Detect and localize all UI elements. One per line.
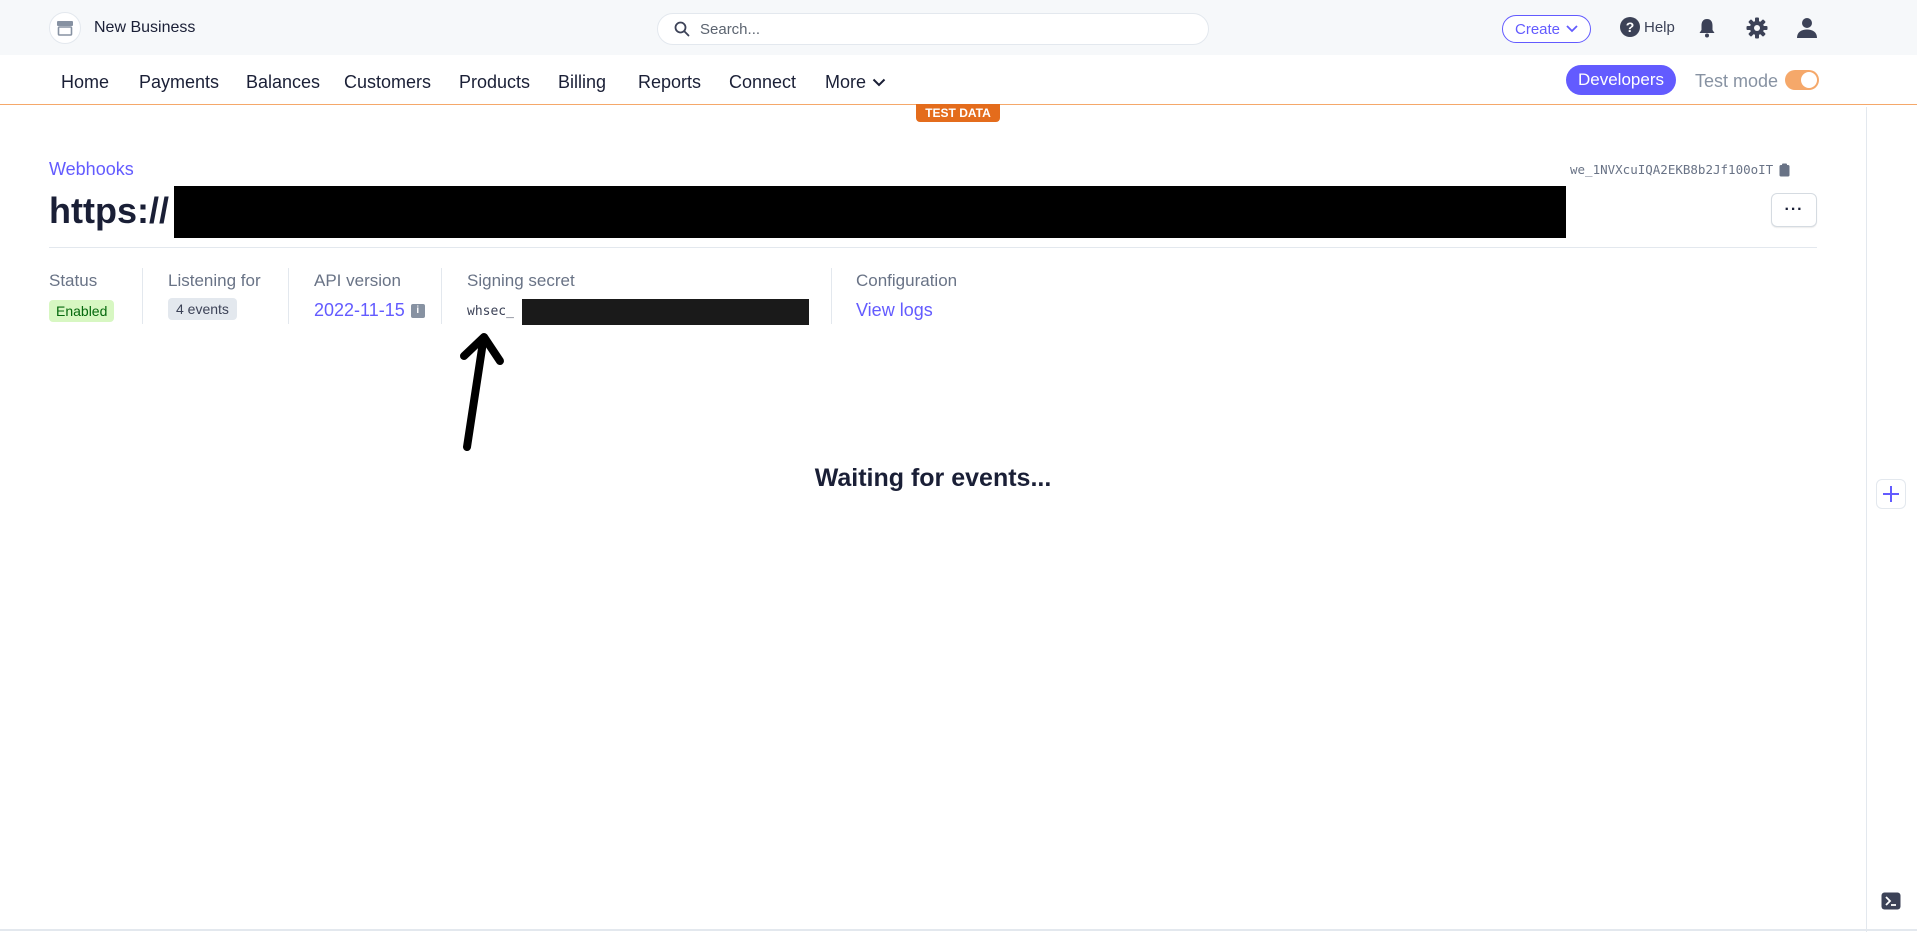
ellipsis-icon: ··· bbox=[1784, 201, 1804, 218]
developers-label: Developers bbox=[1578, 70, 1664, 89]
search-icon bbox=[674, 21, 690, 37]
status-badge: Enabled bbox=[49, 300, 115, 322]
status-label: Status bbox=[49, 271, 98, 290]
nav-billing[interactable]: Billing bbox=[558, 72, 606, 93]
help-icon: ? bbox=[1620, 17, 1640, 37]
redacted-secret bbox=[522, 299, 809, 325]
nav-reports[interactable]: Reports bbox=[638, 72, 701, 93]
add-panel-button[interactable] bbox=[1876, 479, 1906, 509]
empty-state-message: Waiting for events... bbox=[814, 464, 1052, 492]
business-switcher[interactable]: New Business bbox=[49, 12, 195, 44]
help-label: Help bbox=[1644, 18, 1675, 36]
create-button[interactable]: Create bbox=[1502, 15, 1592, 43]
business-name: New Business bbox=[94, 19, 196, 36]
meta-divider bbox=[142, 268, 143, 324]
endpoint-id[interactable]: we_1NVXcuIQA2EKB8b2Jf100oIT bbox=[1570, 162, 1790, 177]
test-data-banner: TEST DATA bbox=[916, 104, 1000, 122]
listening-label: Listening for bbox=[168, 271, 261, 290]
api-version-value: 2022-11-15 bbox=[314, 300, 405, 320]
store-icon bbox=[49, 12, 81, 44]
gear-icon[interactable] bbox=[1745, 16, 1769, 40]
create-label: Create bbox=[1515, 20, 1561, 38]
main-nav: Home Payments Balances Customers Product… bbox=[0, 55, 1917, 105]
meta-divider bbox=[831, 268, 832, 324]
search-bar[interactable] bbox=[657, 13, 1209, 45]
chevron-down-icon bbox=[1566, 25, 1578, 33]
top-bar: New Business Create ? Help bbox=[0, 0, 1917, 55]
signing-secret-label: Signing secret bbox=[467, 271, 575, 290]
breadcrumb-webhooks[interactable]: Webhooks bbox=[49, 159, 134, 180]
search-input[interactable] bbox=[700, 20, 1180, 38]
signing-secret-value[interactable]: whsec_ bbox=[467, 304, 514, 319]
user-icon[interactable] bbox=[1795, 16, 1819, 40]
nav-payments[interactable]: Payments bbox=[139, 72, 219, 93]
nav-more[interactable]: More bbox=[825, 72, 886, 93]
page-title: https:// bbox=[49, 190, 169, 231]
annotation-arrow bbox=[460, 333, 504, 451]
nav-connect[interactable]: Connect bbox=[729, 72, 796, 93]
nav-more-label: More bbox=[825, 72, 867, 92]
test-mode-label: Test mode bbox=[1695, 71, 1779, 91]
more-actions-button[interactable]: ··· bbox=[1771, 193, 1817, 227]
meta-divider bbox=[288, 268, 289, 324]
terminal-button[interactable] bbox=[1876, 887, 1906, 915]
nav-balances[interactable]: Balances bbox=[246, 72, 320, 93]
meta-divider bbox=[441, 268, 442, 324]
header-divider bbox=[49, 247, 1817, 248]
nav-products[interactable]: Products bbox=[459, 72, 530, 93]
terminal-icon bbox=[1881, 892, 1901, 910]
api-version-link[interactable]: 2022-11-15 i bbox=[314, 300, 425, 321]
developers-button[interactable]: Developers bbox=[1566, 65, 1676, 95]
bottom-divider bbox=[0, 929, 1917, 931]
test-mode-toggle[interactable] bbox=[1785, 70, 1819, 90]
info-icon[interactable]: i bbox=[410, 303, 425, 318]
right-rail-divider bbox=[1866, 107, 1867, 932]
bell-icon[interactable] bbox=[1695, 16, 1719, 40]
nav-home[interactable]: Home bbox=[61, 72, 109, 93]
toggle-knob bbox=[1801, 72, 1817, 88]
configuration-label: Configuration bbox=[856, 271, 958, 290]
chevron-down-icon bbox=[872, 78, 886, 87]
redacted-url bbox=[174, 186, 1566, 238]
nav-customers[interactable]: Customers bbox=[344, 72, 431, 93]
endpoint-id-text: we_1NVXcuIQA2EKB8b2Jf100oIT bbox=[1570, 162, 1774, 177]
api-version-label: API version bbox=[314, 271, 401, 290]
help-button[interactable]: ? Help bbox=[1620, 17, 1675, 37]
clipboard-icon bbox=[1779, 163, 1790, 176]
view-logs-link[interactable]: View logs bbox=[856, 300, 933, 321]
plus-icon bbox=[1883, 486, 1899, 502]
events-count-badge[interactable]: 4 events bbox=[168, 298, 237, 320]
